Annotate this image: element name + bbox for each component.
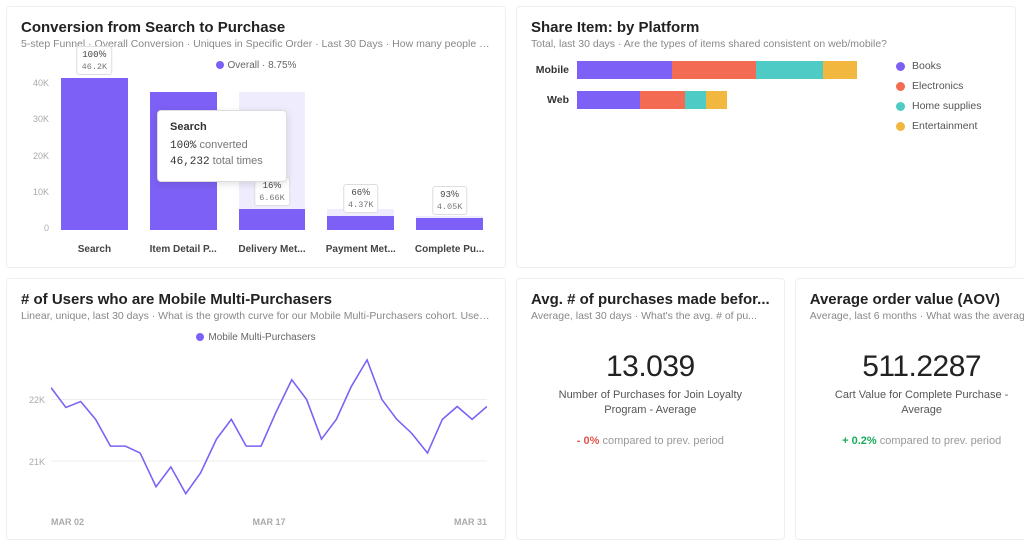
card-title: Share Item: by Platform	[531, 19, 1001, 36]
card-mobile-multi-purchasers[interactable]: # of Users who are Mobile Multi-Purchase…	[6, 278, 506, 540]
line-svg	[51, 350, 487, 504]
legend-books[interactable]: Books	[896, 60, 1001, 72]
chart-legend: Mobile Multi-Purchasers	[21, 332, 491, 343]
kpi-description: Cart Value for Complete Purchase - Avera…	[810, 388, 1024, 419]
seg-home-supplies[interactable]	[685, 91, 706, 109]
funnel-step-payment[interactable]: 66%4.37K	[323, 78, 398, 230]
kpi-value: 511.2287	[810, 350, 1024, 384]
card-title: Conversion from Search to Purchase	[21, 19, 491, 36]
kpi-change: - 0% compared to prev. period	[531, 435, 770, 447]
card-title: Average order value (AOV)	[810, 291, 1024, 308]
x-axis: MAR 02 MAR 17 MAR 31	[51, 517, 487, 527]
funnel-step-search[interactable]: 100%46.2K	[57, 78, 132, 230]
seg-home-supplies[interactable]	[756, 61, 823, 79]
funnel-step-complete[interactable]: 93%4.05K	[412, 78, 487, 230]
kpi-value: 13.039	[531, 350, 770, 384]
x-axis-labels: Search Item Detail P... Delivery Met... …	[57, 244, 487, 255]
share-row-mobile[interactable]: Mobile	[531, 60, 876, 80]
seg-entertainment[interactable]	[706, 91, 727, 109]
card-share-item[interactable]: Share Item: by Platform Total, last 30 d…	[516, 6, 1016, 268]
seg-electronics[interactable]	[640, 91, 685, 109]
y-axis: 22K 21K	[21, 350, 49, 505]
kpi-description: Number of Purchases for Join Loyalty Pro…	[531, 388, 770, 419]
card-subtitle: Linear, unique, last 30 days · What is t…	[21, 310, 491, 322]
card-avg-purchases[interactable]: Avg. # of purchases made befor... Averag…	[516, 278, 785, 540]
card-conversion-funnel[interactable]: Conversion from Search to Purchase 5-ste…	[6, 6, 506, 268]
stacked-bar-chart[interactable]: Mobile Web	[531, 60, 876, 140]
seg-books[interactable]	[577, 61, 672, 79]
card-title: # of Users who are Mobile Multi-Purchase…	[21, 291, 491, 308]
card-title: Avg. # of purchases made befor...	[531, 291, 770, 308]
chart-legend: Books Electronics Home supplies Entertai…	[896, 60, 1001, 140]
card-aov[interactable]: Average order value (AOV) Average, last …	[795, 278, 1024, 540]
seg-books[interactable]	[577, 91, 640, 109]
seg-electronics[interactable]	[672, 61, 756, 79]
legend-electronics[interactable]: Electronics	[896, 80, 1001, 92]
card-subtitle: Total, last 30 days · Are the types of i…	[531, 38, 1001, 50]
card-subtitle: Average, last 30 days · What's the avg. …	[531, 310, 770, 322]
y-axis: 40K 30K 20K 10K 0	[21, 78, 53, 230]
share-row-web[interactable]: Web	[531, 90, 876, 110]
funnel-chart[interactable]: Overall · 8.75% 40K 30K 20K 10K 0 100%46…	[21, 60, 491, 255]
line-chart[interactable]: Mobile Multi-Purchasers 22K 21K MAR 02 M…	[21, 332, 491, 527]
legend-home-supplies[interactable]: Home supplies	[896, 100, 1001, 112]
legend-entertainment[interactable]: Entertainment	[896, 120, 1001, 132]
seg-entertainment[interactable]	[823, 61, 857, 79]
card-subtitle: Average, last 6 months · What was the av…	[810, 310, 1024, 322]
chart-tooltip: Search 100% converted 46,232 total times	[157, 110, 287, 182]
kpi-change: + 0.2% compared to prev. period	[810, 435, 1024, 447]
